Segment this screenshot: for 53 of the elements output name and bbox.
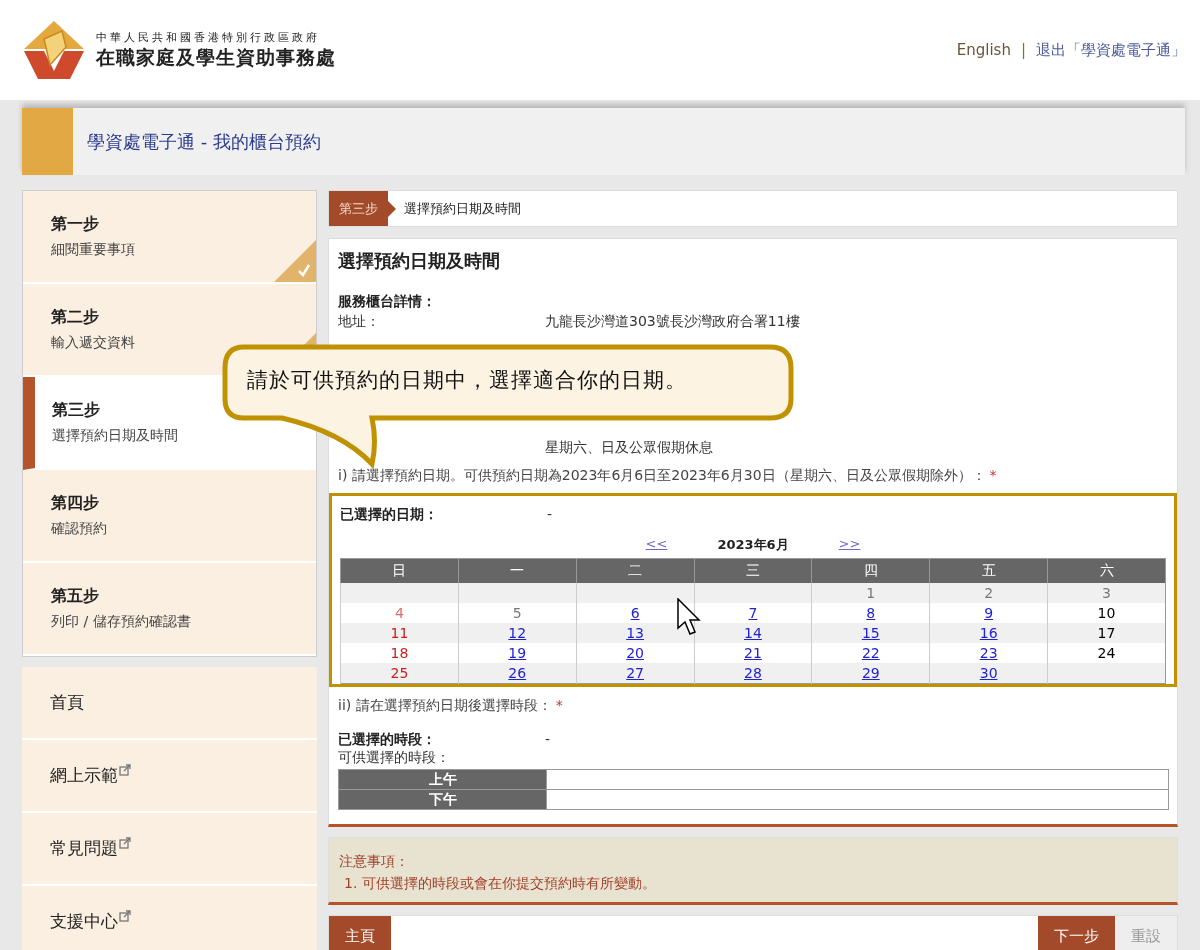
weekday-header: 五 [929,558,1048,583]
weekday-header: 一 [458,558,577,583]
step-number: 第三步 [52,400,101,421]
time-prompt: ii) 請在選擇預約日期後選擇時段： [338,697,552,713]
link-separator: | [1020,41,1026,59]
step-label: 細閱重要事項 [51,241,136,259]
page-title: 學資處電子通 - 我的櫃台預約 [87,129,321,154]
period-label: 上午 [338,769,547,790]
step-label: 列印 / 儲存預約確認書 [51,613,192,631]
date-text: 3 [1102,585,1111,601]
selected-time-value: - [545,731,552,749]
available-time-label: 可供選擇的時段： [338,749,451,767]
section-heading: 選擇預約日期及時間 [338,249,501,273]
required-mark: * [989,467,997,483]
step-number: 第二步 [51,307,100,328]
details-heading: 服務櫃台詳情： [338,293,437,311]
date-text: 25 [390,665,409,681]
date-text: 5 [512,605,522,621]
step-number: 第五步 [51,586,100,607]
selected-date-label: 已選擇的日期： [340,506,439,524]
weekday-header: 二 [576,558,695,583]
date-text: 2 [984,585,994,601]
org-name: 在職家庭及學生資助事務處 [96,44,336,70]
date-text: 24 [1097,645,1116,661]
info-value: 星期六、日及公眾假期休息 [545,438,714,457]
info-label: 地址： [338,312,381,331]
step-number: 第一步 [51,214,100,235]
step-label: 確認預約 [51,520,108,538]
required-mark: * [555,697,563,713]
weekday-header: 六 [1047,558,1166,583]
selected-date-value: - [547,506,554,524]
month-label: 2023年6月 [717,536,789,554]
weekday-header: 四 [811,558,930,583]
notice-title: 注意事項： [339,852,410,871]
breadcrumb-step: 第三步 [329,191,388,226]
weekday-header: 三 [694,558,812,583]
weekday-header: 日 [340,558,459,583]
breadcrumb-title: 選擇預約日期及時間 [404,199,521,218]
date-text: 18 [390,645,409,661]
date-text: 11 [390,625,409,641]
info-value: 九龍長沙灣道303號長沙灣政府合署11樓 [545,312,801,331]
step-label: 輸入遞交資料 [51,334,136,352]
date-text: 17 [1097,625,1116,641]
period-label: 下午 [338,789,547,810]
step-number: 第四步 [51,493,100,514]
date-text: 1 [866,585,876,601]
date-prompt: i) 請選擇預約日期。可供預約日期為2023年6月6日至2023年6月30日（星期六、日及公眾假期除外）： [338,467,986,483]
step-label: 選擇預約日期及時間 [52,427,179,445]
selected-time-label: 已選擇的時段： [338,731,437,749]
date-text: 4 [394,605,404,621]
notice-item: 1. 可供選擇的時段或會在你提交預約時有所變動。 [343,874,657,893]
org-line: 中華人民共和國香港特別行政區政府 [96,29,321,45]
date-text: 10 [1097,605,1116,621]
